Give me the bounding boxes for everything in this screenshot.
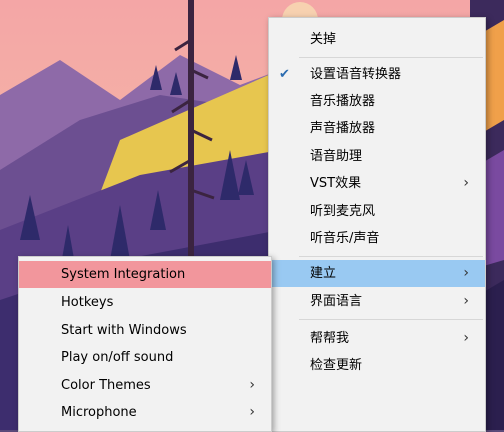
chevron-right-icon: › — [249, 377, 255, 393]
menu-item-check-updates-label: 检查更新 — [310, 358, 363, 373]
menu-item-hear-microphone[interactable]: 听到麦克风 — [269, 198, 485, 225]
menu-item-close[interactable]: 关掉 — [269, 26, 485, 53]
menu-item-build[interactable]: 建立 › — [269, 260, 485, 287]
submenu-item-start-with-windows-label: Start with Windows — [61, 323, 187, 338]
submenu-item-system-integration[interactable]: System Integration — [19, 261, 271, 288]
menu-item-voice-assistant-label: 语音助理 — [310, 149, 363, 164]
menu-item-help-me-label: 帮帮我 — [310, 331, 350, 346]
menu-item-help-me[interactable]: 帮帮我 › — [269, 325, 485, 352]
chevron-right-icon: › — [463, 265, 469, 281]
menu-item-set-voice-changer-label: 设置语音转换器 — [310, 67, 402, 82]
submenu-item-microphone[interactable]: Microphone › — [19, 399, 271, 426]
menu-separator — [299, 57, 483, 58]
chevron-right-icon: › — [463, 330, 469, 346]
chevron-right-icon: › — [249, 404, 255, 420]
menu-item-music-player[interactable]: 音乐播放器 — [269, 88, 485, 115]
menu-separator — [299, 319, 483, 320]
submenu-item-system-integration-label: System Integration — [61, 267, 186, 282]
menu-item-interface-language-label: 界面语言 — [310, 294, 363, 309]
submenu-item-microphone-label: Microphone — [61, 405, 137, 420]
submenu-item-color-themes-label: Color Themes — [61, 378, 151, 393]
submenu-item-color-themes[interactable]: Color Themes › — [19, 372, 271, 399]
menu-item-hear-music-sound[interactable]: 听音乐/声音 — [269, 225, 485, 252]
menu-item-close-label: 关掉 — [310, 32, 337, 47]
menu-item-sound-player[interactable]: 声音播放器 — [269, 115, 485, 142]
build-submenu: System Integration Hotkeys Start with Wi… — [18, 256, 272, 432]
menu-item-build-label: 建立 — [310, 266, 337, 281]
menu-item-vst-effects-label: VST效果 — [310, 176, 362, 191]
menu-item-hear-microphone-label: 听到麦克风 — [310, 204, 376, 219]
menu-item-interface-language[interactable]: 界面语言 › — [269, 288, 485, 315]
context-menu: 关掉 ✔ 设置语音转换器 音乐播放器 声音播放器 语音助理 VST效果 › 听到… — [268, 17, 486, 432]
menu-item-sound-player-label: 声音播放器 — [310, 121, 376, 136]
check-icon: ✔ — [279, 67, 290, 82]
chevron-right-icon: › — [463, 175, 469, 191]
menu-item-hear-music-sound-label: 听音乐/声音 — [310, 231, 380, 246]
chevron-right-icon: › — [463, 293, 469, 309]
menu-item-vst-effects[interactable]: VST效果 › — [269, 170, 485, 197]
submenu-item-play-onoff-sound[interactable]: Play on/off sound — [19, 344, 271, 371]
menu-item-music-player-label: 音乐播放器 — [310, 94, 376, 109]
submenu-item-hotkeys-label: Hotkeys — [61, 295, 114, 310]
menu-item-check-updates[interactable]: 检查更新 — [269, 352, 485, 379]
submenu-item-hotkeys[interactable]: Hotkeys — [19, 289, 271, 316]
menu-separator — [299, 256, 483, 257]
submenu-item-start-with-windows[interactable]: Start with Windows — [19, 317, 271, 344]
submenu-item-play-onoff-sound-label: Play on/off sound — [61, 350, 174, 365]
menu-item-set-voice-changer[interactable]: ✔ 设置语音转换器 — [269, 61, 485, 88]
menu-item-voice-assistant[interactable]: 语音助理 — [269, 143, 485, 170]
